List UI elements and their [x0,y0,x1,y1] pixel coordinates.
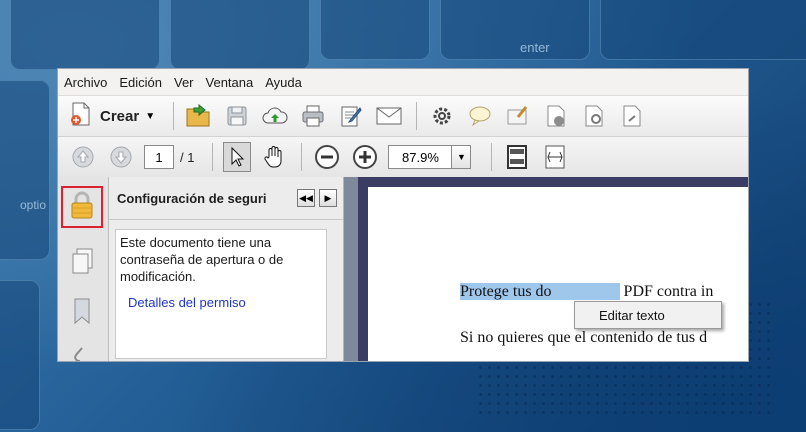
toolbar-separator [173,102,175,130]
zoom-dropdown-button[interactable]: ▼ [452,145,472,169]
security-lock-button[interactable] [61,186,103,228]
crear-button[interactable]: Crear ▼ [68,101,155,132]
chevron-down-icon: ▼ [457,152,466,162]
toolbar-separator [212,143,214,171]
pages-thumbnails-icon[interactable] [70,247,96,280]
document-body-line: Si no quieres que el contenido de tus d [460,329,708,346]
crear-label: Crear [100,107,140,125]
page-number-input[interactable]: 1 [144,145,174,169]
hand-tool-icon[interactable] [259,142,289,172]
next-page-icon[interactable] [106,142,136,172]
attachments-icon[interactable] [70,345,94,361]
menu-ver[interactable]: Ver [174,75,194,90]
zoom-in-icon[interactable] [350,142,380,172]
comment-icon[interactable] [465,101,495,131]
panel-title: Configuración de seguri [117,190,267,206]
collapse-panel-button[interactable]: ◀◀ [297,189,315,207]
open-folder-icon[interactable] [184,101,214,131]
right-arrow-icon: ▶ [324,192,332,203]
share-icon[interactable] [617,101,647,131]
select-cursor-icon[interactable] [223,142,252,172]
workspace: Configuración de seguri ◀◀ ▶ Este docume… [58,177,748,361]
pdf-reader-window: Archivo Edición Ver Ventana Ayuda Crear … [58,69,748,361]
main-toolbar: Crear ▼ [58,96,748,137]
selected-text[interactable]: Protege tus do [460,283,552,300]
email-icon[interactable] [374,101,404,131]
expand-panel-button[interactable]: ▶ [319,189,337,207]
keyboard-key [0,80,50,260]
security-info-box: Este documento tiene una contraseña de a… [115,229,327,359]
security-settings-panel: Configuración de seguri ◀◀ ▶ Este docume… [109,177,344,361]
zoom-out-icon[interactable] [312,142,342,172]
save-icon[interactable] [222,101,252,131]
context-menu-editar-texto[interactable]: Editar texto [574,301,722,329]
cloud-upload-icon[interactable] [260,101,290,131]
page-total: / 1 [180,149,195,165]
menu-archivo[interactable]: Archivo [64,75,107,90]
navigation-pane-sidebar [58,177,109,361]
menu-ayuda[interactable]: Ayuda [265,75,302,90]
keyboard-key [170,0,310,70]
edit-document-icon[interactable] [336,101,366,131]
bookmarks-icon[interactable] [70,297,94,330]
toolbar-separator [416,102,418,130]
keyboard-key [10,0,160,70]
keyboard-key [440,0,590,60]
document-page: Protege tus do PDF contra in Si no quier… [368,187,748,361]
stamp-icon[interactable] [541,101,571,131]
create-pdf-icon [68,101,94,132]
sign-icon[interactable] [503,101,533,131]
navigation-toolbar: 1 / 1 87.9% ▼ [58,137,748,178]
chevron-down-icon: ▼ [145,110,156,122]
menu-edicion[interactable]: Edición [119,75,162,90]
keyboard-key [0,280,40,430]
document-view: Protege tus do PDF contra in Si no quier… [358,177,748,361]
fit-width-icon[interactable] [540,142,570,172]
permission-details-link[interactable]: Detalles del permiso [128,295,322,310]
security-description: Este documento tiene una contraseña de a… [120,235,284,284]
double-left-arrow-icon: ◀◀ [299,192,313,203]
document-heading-line: Protege tus do PDF contra in [460,283,713,301]
selection-highlight-extension [551,283,620,300]
fit-page-icon[interactable] [502,142,532,172]
keyboard-key [600,0,806,60]
panel-splitter[interactable] [344,177,358,361]
menu-bar: Archivo Edición Ver Ventana Ayuda [58,69,748,96]
option-key-label: optio [20,198,47,212]
zoom-level-input[interactable]: 87.9% [388,145,453,169]
enter-key-label: enter [520,40,550,55]
review-icon[interactable] [579,101,609,131]
lock-icon [69,190,95,225]
heading-rest-text: PDF contra in [623,283,714,300]
toolbar-separator [301,143,303,171]
settings-gear-icon[interactable] [427,101,457,131]
toolbar-separator [491,143,493,171]
previous-page-icon[interactable] [68,142,98,172]
menu-ventana[interactable]: Ventana [206,75,254,90]
panel-header: Configuración de seguri ◀◀ ▶ [109,177,343,220]
print-icon[interactable] [298,101,328,131]
keyboard-key [320,0,430,60]
